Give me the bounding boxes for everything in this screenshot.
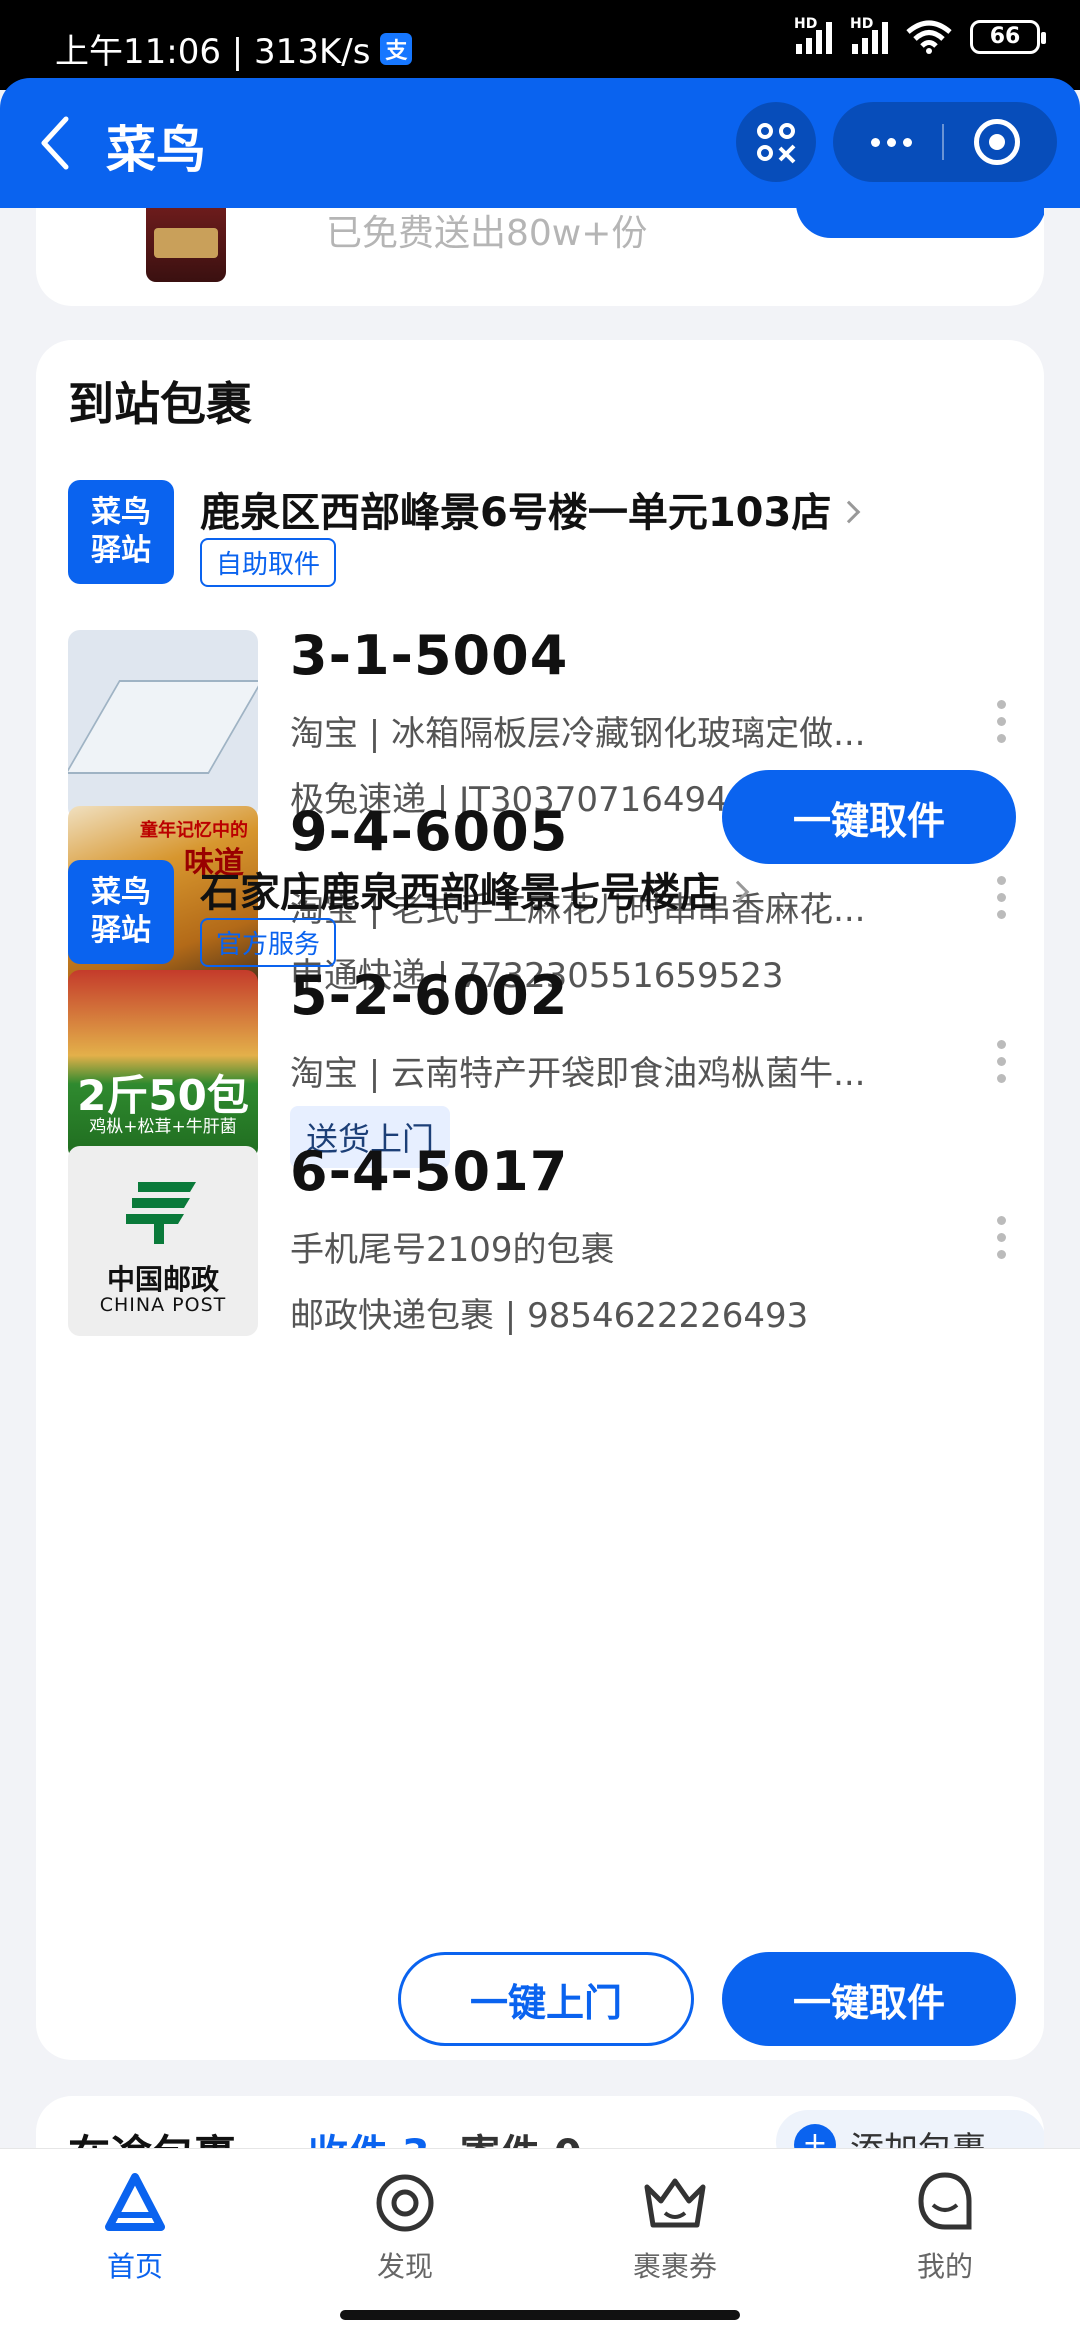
nav-discover[interactable]: 发现 xyxy=(305,2171,505,2285)
alipay-icon: 支 xyxy=(380,32,413,65)
station-tag: 官方服务 xyxy=(200,918,337,967)
china-post-logo-icon xyxy=(126,1182,196,1244)
hd-label-2: HD xyxy=(850,16,874,32)
status-time-speed: 上午11:06 | 313K/s xyxy=(55,32,371,72)
page-title: 菜鸟 xyxy=(106,121,206,179)
door-delivery-button[interactable]: 一键上门 xyxy=(398,1952,694,2046)
section-title: 到站包裹 xyxy=(68,377,252,431)
nav-home[interactable]: 首页 xyxy=(35,2171,235,2285)
status-left: 上午11:06 | 313K/s 支 xyxy=(55,24,413,73)
wifi-icon xyxy=(906,20,952,54)
logo-line1: 菜鸟 xyxy=(91,875,151,910)
signal-icon-2: HD xyxy=(850,16,888,54)
pickup-code: 6-4-5017 xyxy=(290,1140,569,1203)
promo-product-image xyxy=(146,208,226,282)
close-target-icon[interactable] xyxy=(973,119,1020,165)
chevron-right-icon xyxy=(838,500,861,524)
package-desc: 手机尾号2109的包裹 xyxy=(290,1230,615,1270)
pickup-code: 5-2-6002 xyxy=(290,964,569,1027)
status-right: HD HD 66 xyxy=(794,16,1046,54)
cainiao-station-logo: 菜鸟 驿站 xyxy=(68,860,174,964)
discover-icon xyxy=(376,2174,434,2232)
station-tag: 自助取件 xyxy=(200,538,337,587)
package-thumbnail xyxy=(68,630,258,820)
pickup-code: 3-1-5004 xyxy=(290,624,569,687)
hd-label: HD xyxy=(794,16,818,32)
station-name[interactable]: 鹿泉区西部峰景6号楼一单元103店 xyxy=(200,480,861,538)
promo-card: 已免费送出80w+份 xyxy=(36,208,1044,306)
chevron-right-icon xyxy=(726,880,750,904)
package-desc: 淘宝 | 云南特产开袋即食油鸡枞菌牛... xyxy=(290,1054,866,1094)
logo-line1: 菜鸟 xyxy=(91,495,151,530)
package-thumbnail: 2斤50包 鸡枞+松茸+牛肝菌 xyxy=(68,970,258,1160)
station-header[interactable]: 菜鸟 驿站 石家庄鹿泉西部峰景七号楼店 官方服务 xyxy=(68,860,1008,980)
more-icon[interactable] xyxy=(870,137,912,147)
logo-line2: 驿站 xyxy=(91,913,151,948)
capsule-divider xyxy=(941,124,944,160)
more-vertical-icon[interactable] xyxy=(997,700,1006,743)
cainiao-station-logo: 菜鸟 驿站 xyxy=(68,480,174,584)
china-post-en: CHINA POST xyxy=(99,1294,227,1316)
station-header[interactable]: 菜鸟 驿站 鹿泉区西部峰景6号楼一单元103店 自助取件 xyxy=(68,480,1008,600)
station-name[interactable]: 石家庄鹿泉西部峰景七号楼店 xyxy=(200,860,750,918)
promo-button[interactable] xyxy=(796,208,1044,238)
nav-label: 首页 xyxy=(106,2250,163,2283)
mini-program-capsule xyxy=(833,102,1057,182)
station-name-text: 鹿泉区西部峰景6号楼一单元103店 xyxy=(200,490,832,536)
nav-label: 发现 xyxy=(376,2250,433,2283)
pickup-all-button[interactable]: 一键取件 xyxy=(722,770,1016,864)
scan-button[interactable] xyxy=(736,102,816,182)
crown-icon xyxy=(644,2178,706,2228)
package-desc: 淘宝 | 冰箱隔板层冷藏钢化玻璃定做... xyxy=(290,714,866,754)
battery-icon: 66 xyxy=(970,20,1046,54)
more-vertical-icon[interactable] xyxy=(997,1216,1006,1259)
package-item[interactable]: 中国邮政 CHINA POST 6-4-5017 手机尾号2109的包裹 邮政快… xyxy=(68,1140,1018,1346)
profile-icon xyxy=(918,2172,972,2230)
signal-icon: HD xyxy=(794,16,832,54)
app-header: 菜鸟 xyxy=(0,78,1080,208)
promo-text: 已免费送出80w+份 xyxy=(326,213,648,254)
more-vertical-icon[interactable] xyxy=(997,1040,1006,1083)
nav-mine[interactable]: 我的 xyxy=(845,2171,1045,2285)
station-name-text: 石家庄鹿泉西部峰景七号楼店 xyxy=(200,870,720,916)
home-icon xyxy=(105,2173,165,2231)
package-thumbnail: 中国邮政 CHINA POST xyxy=(68,1146,258,1336)
china-post-cn: 中国邮政 xyxy=(106,1263,219,1296)
scan-icon xyxy=(757,123,796,164)
pickup-all-button-2[interactable]: 一键取件 xyxy=(722,1952,1016,2046)
nav-label: 裹裹券 xyxy=(632,2250,717,2283)
status-bar: 上午11:06 | 313K/s 支 HD HD 66 xyxy=(0,0,1080,90)
carrier-tracking: 邮政快递包裹 | 9854622226493 xyxy=(290,1296,809,1336)
nav-label: 我的 xyxy=(916,2250,973,2283)
logo-line2: 驿站 xyxy=(91,533,151,568)
pickup-code: 9-4-6005 xyxy=(290,800,569,863)
home-indicator[interactable] xyxy=(340,2310,740,2320)
thumb-caption-2: 鸡枞+松茸+牛肝菌 xyxy=(89,1117,237,1137)
nav-coupons[interactable]: 裹裹券 xyxy=(575,2171,775,2285)
back-icon[interactable] xyxy=(36,113,76,173)
